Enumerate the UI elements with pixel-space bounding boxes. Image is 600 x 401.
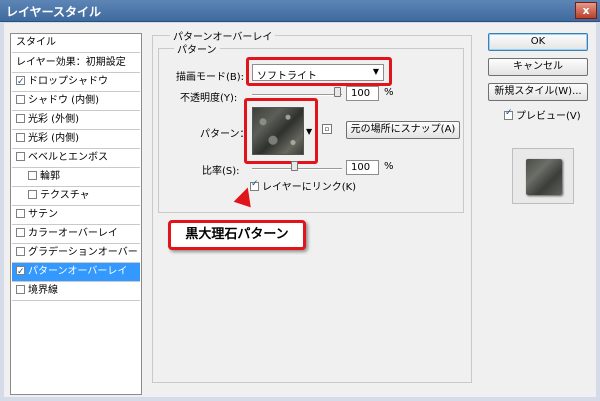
style-list-item-label: 光彩 (外側) <box>28 114 79 125</box>
style-list-item[interactable]: テクスチャ <box>12 187 140 206</box>
style-checkbox[interactable] <box>16 73 25 91</box>
style-list: スタイル レイヤー効果：初期設定ドロップシャドウシャドウ (内側) 光彩 (外側)… <box>10 33 142 395</box>
preview-checkbox[interactable] <box>504 108 513 120</box>
pattern-label: パターン： <box>200 129 250 140</box>
blend-mode-label: 描画モード(B): <box>176 72 245 83</box>
style-list-item-label: 輪郭 <box>40 171 60 182</box>
dialog-client: スタイル レイヤー効果：初期設定ドロップシャドウシャドウ (内側) 光彩 (外側)… <box>4 23 596 397</box>
opacity-slider-track[interactable] <box>252 94 342 96</box>
scale-slider-thumb[interactable] <box>291 161 298 171</box>
style-checkbox[interactable] <box>16 263 25 281</box>
style-list-item[interactable]: グラデーションオーバーレイ <box>12 244 140 263</box>
style-list-item-label: サテン <box>28 209 58 220</box>
style-checkbox[interactable] <box>16 152 25 161</box>
style-list-item[interactable]: 境界線 <box>12 282 140 301</box>
style-list-item[interactable]: 輪郭 <box>12 168 140 187</box>
style-list-item-label: シャドウ (内側) <box>28 95 99 106</box>
cancel-button[interactable]: キャンセル <box>488 58 588 76</box>
scale-percent: % <box>384 161 394 172</box>
scale-input[interactable]: 100 <box>346 160 379 175</box>
style-checkbox[interactable] <box>16 228 25 237</box>
highlight-pattern <box>244 98 318 164</box>
preview-row[interactable]: プレビュー(V) <box>504 107 581 122</box>
new-style-button[interactable]: 新規スタイル(W)... <box>488 83 588 101</box>
style-preview <box>512 148 574 204</box>
style-list-item-label: グラデーションオーバーレイ <box>28 247 140 258</box>
style-list-item[interactable]: シャドウ (内側) <box>12 92 140 111</box>
style-checkbox[interactable] <box>16 209 25 218</box>
style-checkbox[interactable] <box>16 247 25 256</box>
style-list-item[interactable]: サテン <box>12 206 140 225</box>
window-title: レイヤースタイル <box>6 5 102 19</box>
style-list-item[interactable]: パターンオーバーレイ <box>12 263 140 282</box>
style-list-item-label: テクスチャ <box>40 190 90 201</box>
close-button[interactable]: x <box>575 2 597 19</box>
style-list-item[interactable]: レイヤー効果：初期設定 <box>12 54 140 73</box>
style-list-header[interactable]: スタイル <box>12 34 140 53</box>
link-label: レイヤーにリンク(K) <box>262 182 357 193</box>
style-list-item-label: 境界線 <box>28 285 58 296</box>
preview-thumbnail <box>526 159 562 195</box>
style-checkbox[interactable] <box>16 285 25 294</box>
preview-label: プレビュー(V) <box>516 111 581 122</box>
title-bar: レイヤースタイル x <box>0 0 600 22</box>
style-list-item-label: レイヤー効果：初期設定 <box>16 57 126 68</box>
style-checkbox[interactable] <box>16 95 25 104</box>
opacity-input[interactable]: 100 <box>346 86 379 101</box>
opacity-slider-thumb[interactable] <box>334 87 341 97</box>
opacity-label: 不透明度(Y): <box>180 93 238 104</box>
style-list-item[interactable]: 光彩 (外側) <box>12 111 140 130</box>
style-list-item-label: ドロップシャドウ <box>28 76 108 87</box>
style-list-item[interactable]: 光彩 (内側) <box>12 130 140 149</box>
style-list-item-label: ベベルとエンボス <box>28 152 108 163</box>
opacity-percent: % <box>384 87 394 98</box>
new-preset-icon[interactable]: ▫ <box>322 124 332 134</box>
scale-label: 比率(S): <box>202 166 240 177</box>
style-list-item[interactable]: カラーオーバーレイ <box>12 225 140 244</box>
style-list-item[interactable]: ベベルとエンボス <box>12 149 140 168</box>
snap-to-origin-button[interactable]: 元の場所にスナップ(A) <box>346 121 460 139</box>
style-list-item[interactable]: ドロップシャドウ <box>12 73 140 92</box>
ok-button[interactable]: OK <box>488 33 588 51</box>
style-checkbox[interactable] <box>28 190 37 199</box>
highlight-blend-mode <box>246 57 392 86</box>
link-with-layer-row[interactable]: レイヤーにリンク(K) <box>250 178 356 193</box>
style-list-item-label: 光彩 (内側) <box>28 133 79 144</box>
style-checkbox[interactable] <box>28 171 37 180</box>
style-list-item-label: カラーオーバーレイ <box>28 228 118 239</box>
subgroup-title: パターン <box>174 41 220 56</box>
style-checkbox[interactable] <box>16 133 25 142</box>
style-list-item-label: パターンオーバーレイ <box>28 266 128 277</box>
style-checkbox[interactable] <box>16 114 25 123</box>
callout-annotation: 黒大理石パターン <box>168 220 306 250</box>
